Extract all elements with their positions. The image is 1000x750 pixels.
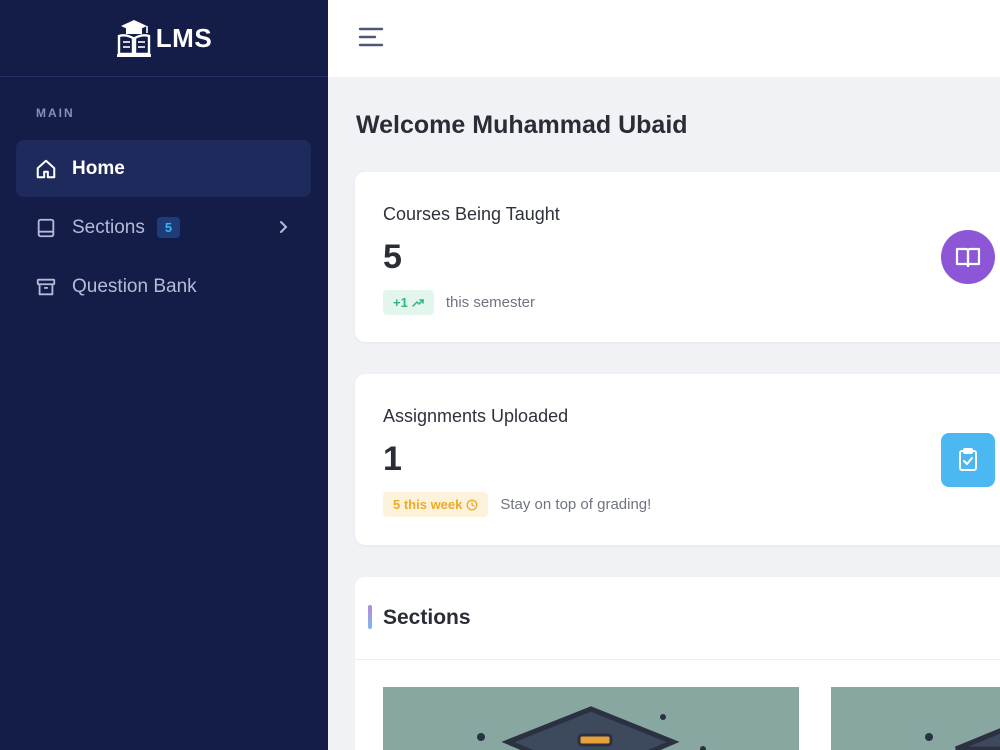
sidebar-item-question-bank[interactable]: Question Bank: [16, 258, 311, 315]
topbar: [328, 0, 1000, 77]
card-footer: +1 this semester: [383, 290, 535, 315]
clipboard-check-icon: [941, 433, 995, 487]
sections-count-badge: 5: [156, 217, 181, 238]
sidebar: LMS MAIN Home Sections 5 Question Bank: [0, 0, 328, 750]
clock-icon: [466, 499, 478, 510]
sections-title: Sections: [383, 606, 471, 629]
sidebar-item-sections[interactable]: Sections 5: [16, 199, 311, 256]
assignments-uploaded-card: Assignments Uploaded 1 5 this week Stay …: [355, 374, 1000, 545]
brand-name: LMS: [155, 22, 213, 53]
sections-accent-bar: [368, 605, 372, 629]
chevron-right-icon[interactable]: [275, 218, 291, 236]
graduation-book-logo-icon: [116, 20, 151, 57]
trend-value: +1: [393, 295, 408, 310]
card-footer-text: this semester: [445, 294, 536, 311]
sections-header: Sections: [355, 577, 1000, 660]
graduation-cap-illustration-icon: [925, 728, 1000, 750]
card-footer: 5 this week Stay on top of grading!: [383, 492, 651, 517]
sidebar-item-label: Sections: [72, 216, 145, 238]
sidebar-section-label: MAIN: [36, 106, 75, 120]
hamburger-menu-icon[interactable]: [358, 26, 384, 48]
archive-icon: [34, 275, 58, 299]
weekly-value: 5 this week: [393, 497, 463, 512]
sidebar-item-home[interactable]: Home: [16, 140, 311, 197]
brand[interactable]: LMS: [0, 0, 328, 77]
card-title: Courses Being Taught: [383, 204, 560, 224]
sidebar-item-label: Question Bank: [72, 275, 197, 297]
card-title: Assignments Uploaded: [383, 406, 569, 426]
graduation-cap-illustration-icon: [477, 706, 706, 750]
courses-taught-card: Courses Being Taught 5 +1 this semester: [355, 172, 1000, 342]
card-value: 5: [383, 238, 402, 276]
trend-up-icon: [412, 298, 424, 307]
weekly-pill: 5 this week: [383, 492, 489, 517]
page-title: Welcome Muhammad Ubaid: [356, 111, 688, 139]
trend-pill: +1: [383, 290, 434, 315]
card-footer-text: Stay on top of grading!: [500, 496, 652, 513]
section-thumbnail[interactable]: [831, 687, 1000, 750]
book-icon: [34, 216, 58, 240]
sections-panel: Sections: [355, 577, 1000, 750]
open-book-icon: [941, 230, 995, 284]
home-icon: [34, 157, 58, 181]
section-thumbnail[interactable]: [383, 687, 799, 750]
card-value: 1: [383, 440, 402, 478]
sidebar-item-label: Home: [72, 157, 125, 179]
sidebar-nav: Home Sections 5 Question Bank: [16, 140, 311, 317]
main-content: Welcome Muhammad Ubaid Courses Being Tau…: [328, 77, 1000, 750]
